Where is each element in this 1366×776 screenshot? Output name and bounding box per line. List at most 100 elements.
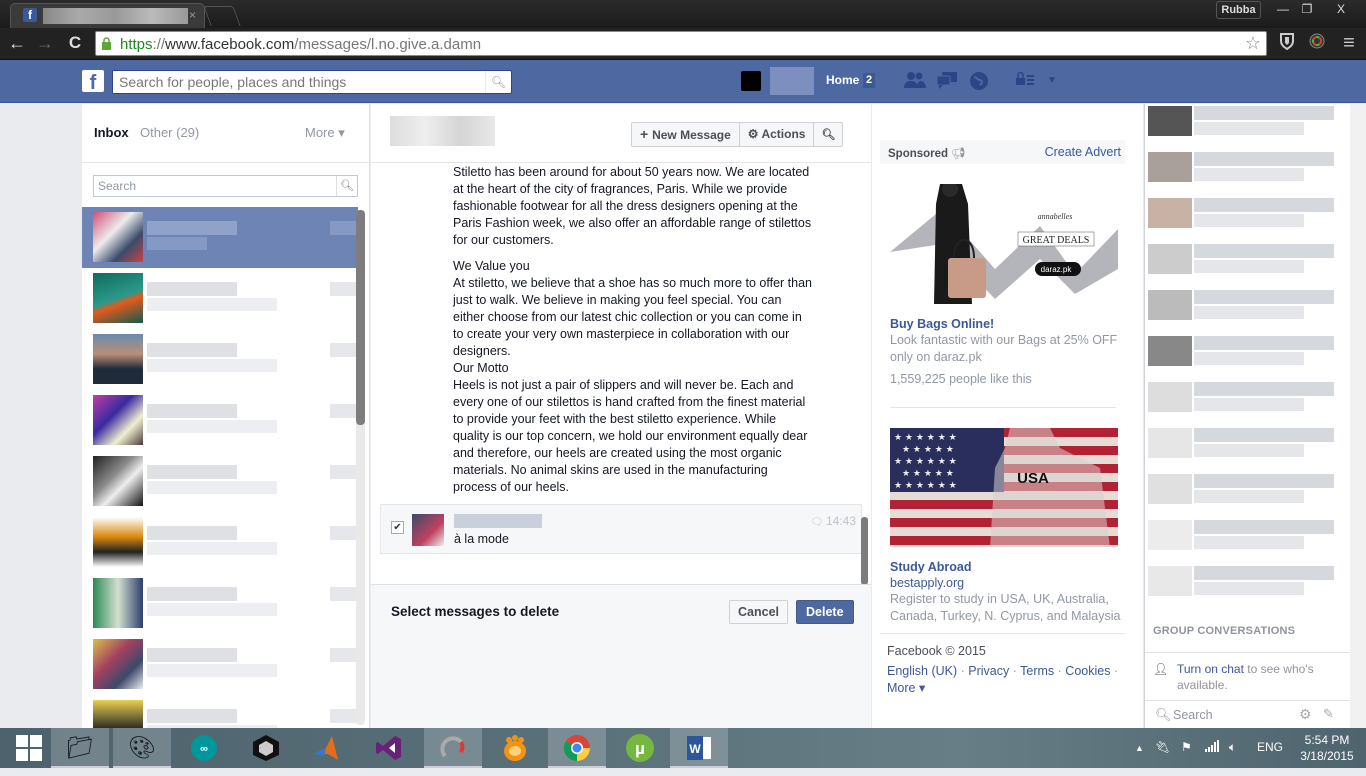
- facebook-search-input[interactable]: [113, 71, 478, 93]
- turn-on-chat-link[interactable]: Turn on chat: [1177, 662, 1244, 676]
- tab-more-dropdown[interactable]: More ▾: [305, 125, 345, 141]
- footer-link-more[interactable]: More ▾: [887, 681, 925, 695]
- address-bar[interactable]: https://www.facebook.com/messages/l.no.g…: [95, 31, 1267, 56]
- reload-button[interactable]: C: [64, 32, 86, 54]
- unity-icon[interactable]: [237, 728, 295, 768]
- account-settings-dropdown-icon[interactable]: ▼: [1041, 71, 1063, 91]
- chat-contact-blurred[interactable]: [1148, 152, 1348, 196]
- thread-item[interactable]: [82, 207, 358, 268]
- selected-message-row[interactable]: ✔ à la mode 🗨︎ 14:43: [380, 504, 862, 554]
- battery-power-icon[interactable]: 🔌︎: [1155, 740, 1170, 754]
- ad-image-study-abroad[interactable]: ★ ★ ★ ★ ★ ★ ★ ★ ★ ★ ★ ★ ★ ★ ★ ★ ★ ★ ★ ★ ★ ★…: [890, 428, 1118, 547]
- footer-link-cookies[interactable]: Cookies: [1065, 664, 1110, 678]
- page-scrollbar[interactable]: [1350, 104, 1366, 728]
- ad-title[interactable]: Study Abroad: [890, 560, 971, 574]
- volume-speaker-icon[interactable]: 🔈︎: [1229, 740, 1236, 755]
- search-icon[interactable]: 🔍︎: [336, 176, 357, 196]
- thread-item[interactable]: [82, 573, 358, 634]
- action-center-flag-icon[interactable]: ⚑: [1181, 740, 1192, 754]
- messages-icon[interactable]: [936, 71, 958, 91]
- profile-button[interactable]: Rubba: [1216, 1, 1261, 19]
- back-button[interactable]: ←: [6, 32, 28, 54]
- show-hidden-icons-arrow-icon[interactable]: ▲: [1135, 743, 1144, 753]
- gom-player-icon[interactable]: [486, 728, 544, 768]
- chat-settings-gear-icon[interactable]: ⚙: [1299, 706, 1312, 723]
- search-icon[interactable]: 🔍︎: [485, 71, 511, 93]
- chat-search-placeholder[interactable]: Search: [1173, 708, 1213, 722]
- ad-image-bags[interactable]: annabelles GREAT DEALS daraz.pk: [890, 184, 1118, 304]
- chat-contact-blurred[interactable]: [1148, 336, 1348, 380]
- google-chrome-icon[interactable]: [548, 728, 606, 768]
- browser-tab-facebook[interactable]: f ×: [10, 3, 205, 28]
- footer-link-terms[interactable]: Terms: [1020, 664, 1054, 678]
- file-explorer-icon[interactable]: 📁︎: [51, 728, 109, 768]
- visual-studio-icon[interactable]: [360, 728, 418, 768]
- message-paragraph: Stiletto has been around for about 50 ye…: [453, 165, 812, 247]
- camtasia-icon[interactable]: [424, 728, 482, 768]
- chat-contact-blurred[interactable]: [1148, 382, 1348, 426]
- thread-item[interactable]: [82, 390, 358, 451]
- network-signal-icon[interactable]: [1205, 740, 1219, 755]
- color-picker-extension-icon[interactable]: [1306, 32, 1328, 54]
- ad-title[interactable]: Buy Bags Online!: [890, 317, 994, 331]
- message-select-checkbox[interactable]: ✔: [391, 521, 404, 534]
- chat-contact-blurred[interactable]: [1148, 428, 1348, 472]
- privacy-shortcuts-icon[interactable]: [1014, 71, 1036, 91]
- arduino-icon[interactable]: ∞: [175, 728, 233, 768]
- home-link[interactable]: Home: [826, 73, 859, 87]
- microsoft-word-icon[interactable]: W: [670, 728, 728, 768]
- cancel-button[interactable]: Cancel: [729, 600, 788, 624]
- close-window-button[interactable]: X: [1326, 0, 1356, 18]
- chat-contact-blurred[interactable]: [1148, 520, 1348, 564]
- profile-avatar[interactable]: [741, 71, 761, 91]
- thread-item[interactable]: [82, 512, 358, 573]
- footer-link-language[interactable]: English (UK): [887, 664, 957, 678]
- thread-item[interactable]: [82, 451, 358, 512]
- actions-button[interactable]: ⚙ Actions: [740, 123, 815, 146]
- chat-contact-blurred[interactable]: [1148, 106, 1348, 150]
- new-group-compose-icon[interactable]: ✎: [1323, 706, 1334, 722]
- search-icon: 🔍︎: [821, 129, 836, 141]
- delete-button[interactable]: Delete: [796, 600, 854, 624]
- friend-requests-icon[interactable]: [904, 71, 926, 91]
- chat-contact-blurred[interactable]: [1148, 474, 1348, 518]
- start-button-windows-icon[interactable]: [0, 728, 58, 768]
- inbox-search-input[interactable]: [94, 176, 334, 196]
- tab-inbox[interactable]: Inbox: [94, 125, 129, 140]
- sponsored-header: Sponsored 📢︎ Create Advert: [880, 140, 1125, 164]
- ad-domain[interactable]: bestapply.org: [890, 575, 1130, 592]
- chat-contact-blurred[interactable]: [1148, 198, 1348, 242]
- notifications-globe-icon[interactable]: [968, 71, 990, 91]
- forward-button[interactable]: →: [34, 32, 56, 54]
- conversation-scrollbar[interactable]: [861, 517, 868, 585]
- menu-hamburger-icon[interactable]: ≡: [1338, 32, 1360, 54]
- profile-name-blurred[interactable]: [770, 67, 814, 95]
- chat-contact-blurred[interactable]: [1148, 566, 1348, 610]
- chat-search[interactable]: 🔍︎ Search ⚙ ✎: [1145, 700, 1350, 728]
- thread-item[interactable]: [82, 329, 358, 390]
- bookmark-star-icon[interactable]: ☆: [1245, 33, 1261, 54]
- chat-contact-blurred[interactable]: [1148, 244, 1348, 288]
- ads-column: Sponsored 📢︎ Create Advert annabelles GR…: [872, 104, 1143, 728]
- shield-extension-icon[interactable]: [1276, 32, 1298, 54]
- paint-icon[interactable]: 🎨︎: [113, 728, 171, 768]
- system-clock[interactable]: 5:54 PM 3/18/2015: [1296, 732, 1358, 764]
- thread-list-scrollbar[interactable]: [356, 210, 365, 725]
- utorrent-icon[interactable]: µ: [611, 728, 669, 768]
- conversation-search-button[interactable]: 🔍︎: [814, 123, 842, 146]
- restore-button[interactable]: ❐: [1294, 0, 1320, 18]
- tab-other[interactable]: Other (29): [140, 125, 199, 140]
- input-language[interactable]: ENG: [1257, 740, 1283, 754]
- thread-item[interactable]: [82, 268, 358, 329]
- scrollbar-thumb[interactable]: [356, 210, 365, 425]
- facebook-logo[interactable]: f: [82, 70, 104, 94]
- thread-item[interactable]: [82, 634, 358, 695]
- new-message-button[interactable]: + New Message: [632, 123, 740, 146]
- tab-close-icon[interactable]: ×: [189, 8, 196, 22]
- create-advert-link[interactable]: Create Advert: [1045, 145, 1121, 159]
- chat-contact-blurred[interactable]: [1148, 290, 1348, 334]
- new-tab-button[interactable]: [203, 6, 241, 26]
- minimize-button[interactable]: —: [1270, 0, 1296, 18]
- matlab-icon[interactable]: [297, 728, 355, 768]
- footer-link-privacy[interactable]: Privacy: [968, 664, 1009, 678]
